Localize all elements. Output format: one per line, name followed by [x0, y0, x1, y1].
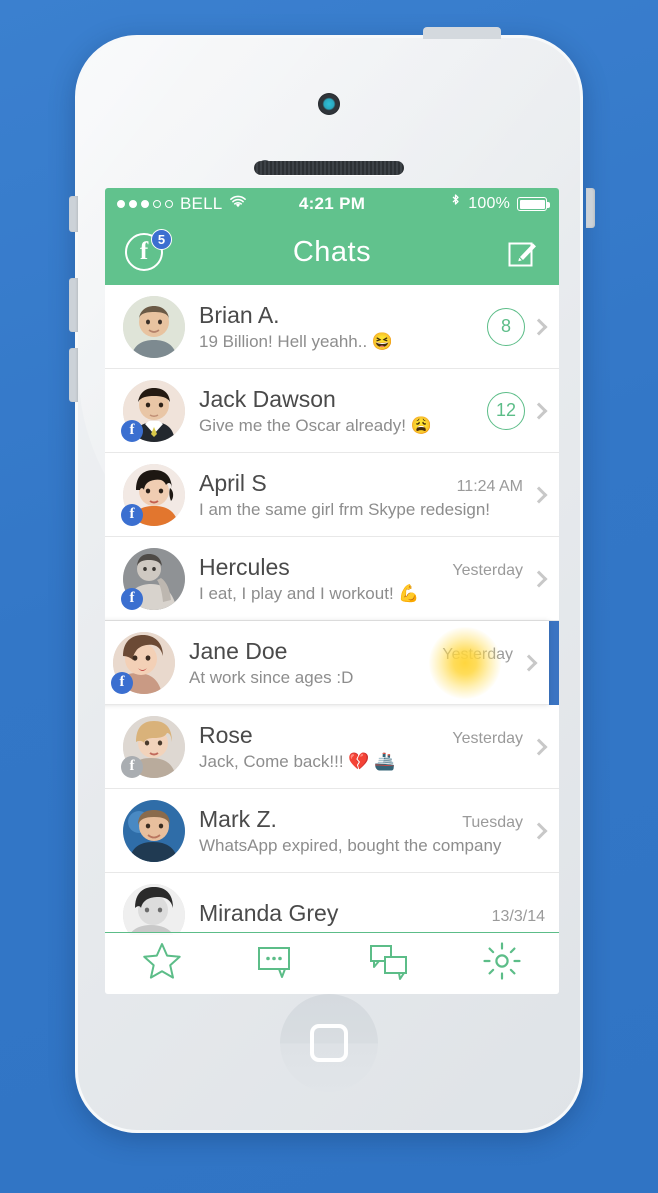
facebook-badge-icon: f	[121, 503, 143, 526]
carrier-label: BELL	[180, 194, 223, 213]
avatar: f	[121, 715, 185, 778]
phone-screen: BELL 4:21 PM 100% f 5 Chats Brian A. 19 …	[105, 188, 559, 994]
chat-timestamp: 13/3/14	[491, 908, 545, 925]
chat-list: Brian A. 19 Billion! Hell yeahh.. 😆 8 f	[105, 285, 559, 935]
facebook-badge-count: 5	[151, 228, 172, 250]
chat-row-miranda[interactable]: Miranda Grey 13/3/14	[105, 873, 559, 935]
power-button[interactable]	[423, 27, 501, 39]
chat-preview: 19 Billion! Hell yeahh.. 😆	[199, 331, 394, 351]
front-camera-icon	[318, 93, 340, 115]
avatar: f	[121, 463, 185, 526]
chat-timestamp: 11:24 AM	[456, 477, 523, 495]
avatar	[123, 295, 185, 358]
chat-row-april[interactable]: f April S 11:24 AM I am the same girl fr…	[105, 453, 559, 537]
compose-button[interactable]	[507, 237, 539, 269]
chat-preview: Give me the Oscar already! 😩	[199, 415, 432, 435]
signal-strength-icon	[117, 200, 173, 208]
chevron-right-icon	[520, 654, 538, 671]
chat-row-hercules[interactable]: f Hercules Yesterday I eat, I play and I…	[105, 537, 559, 621]
home-button[interactable]	[280, 994, 378, 1092]
chat-name: Rose	[199, 721, 253, 748]
chat-timestamp: Tuesday	[462, 813, 523, 831]
avatar: f	[121, 547, 185, 610]
unread-badge: 8	[487, 307, 525, 346]
chevron-right-icon	[530, 738, 548, 755]
chat-name: Hercules	[199, 553, 290, 580]
chat-row-text: Brian A. 19 Billion! Hell yeahh.. 😆	[199, 302, 477, 352]
tab-settings[interactable]	[474, 942, 530, 986]
home-square-icon	[310, 1024, 348, 1062]
chat-preview: At work since ages :D	[189, 667, 354, 687]
chat-timestamp: Yesterday	[452, 561, 523, 579]
tab-messages[interactable]	[247, 942, 303, 986]
volume-up-button[interactable]	[69, 278, 78, 332]
chat-preview: WhatsApp expired, bought the company	[199, 835, 502, 855]
unread-badge: 12	[487, 391, 525, 430]
battery-percent-label: 100%	[468, 195, 511, 212]
avatar: f	[121, 379, 185, 442]
wifi-icon	[229, 194, 247, 214]
chat-row-miranda-clip: Miranda Grey 13/3/14	[105, 873, 559, 935]
battery-icon	[517, 197, 551, 211]
chat-row-text: Mark Z. Tuesday WhatsApp expired, bought…	[199, 806, 523, 856]
avatar: f	[111, 631, 175, 694]
facebook-account-button[interactable]: f 5	[125, 228, 172, 273]
chat-row-text: Jane Doe Yesterday At work since ages :D	[189, 638, 513, 688]
tab-favorites[interactable]	[134, 942, 190, 986]
chat-row-text: April S 11:24 AM I am the same girl frm …	[199, 470, 523, 520]
chat-name: Jack Dawson	[199, 385, 336, 412]
chevron-right-icon	[530, 822, 548, 839]
chat-row-text: Miranda Grey 13/3/14	[199, 900, 545, 930]
bluetooth-icon	[450, 193, 461, 215]
chevron-right-icon	[530, 486, 548, 503]
chat-row-brian[interactable]: Brian A. 19 Billion! Hell yeahh.. 😆 8	[105, 285, 559, 369]
chat-preview: Jack, Come back!!! 💔 🚢	[199, 751, 396, 771]
double-bubble-icon	[368, 941, 410, 986]
silent-switch[interactable]	[69, 196, 78, 232]
gear-icon	[481, 940, 523, 987]
nav-bar: f 5 Chats	[105, 220, 559, 285]
star-icon	[141, 940, 183, 987]
chat-name: Jane Doe	[189, 637, 288, 664]
earpiece-speaker	[254, 161, 404, 175]
status-time: 4:21 PM	[298, 194, 366, 213]
chat-row-jack[interactable]: f Jack Dawson Give me the Oscar already!…	[105, 369, 559, 453]
status-bar: BELL 4:21 PM 100%	[105, 188, 559, 220]
chat-row-rose[interactable]: f Rose Yesterday Jack, Come back!!! 💔 🚢	[105, 705, 559, 789]
chevron-right-icon	[530, 318, 548, 335]
chat-row-mark[interactable]: Mark Z. Tuesday WhatsApp expired, bought…	[105, 789, 559, 873]
chat-preview: I eat, I play and I workout! 💪	[199, 583, 420, 603]
chat-timestamp: Yesterday	[442, 645, 513, 663]
chat-name: Miranda Grey	[199, 900, 339, 926]
sim-tray	[586, 188, 595, 228]
chat-row-text: Hercules Yesterday I eat, I play and I w…	[199, 554, 523, 604]
avatar	[123, 799, 185, 862]
chevron-right-icon	[530, 570, 548, 587]
facebook-badge-icon: f	[121, 419, 143, 442]
chat-row-text: Jack Dawson Give me the Oscar already! 😩	[199, 386, 477, 436]
facebook-badge-icon: f	[121, 755, 143, 778]
facebook-badge-icon: f	[121, 587, 143, 610]
chat-name: Mark Z.	[199, 805, 277, 832]
chevron-right-icon	[530, 402, 548, 419]
phone-mockup: BELL 4:21 PM 100% f 5 Chats Brian A. 19 …	[69, 27, 595, 1133]
chat-row-jane-container: ll f Jane Doe Yesterday At wor	[105, 621, 559, 705]
chat-name: Brian A.	[199, 301, 280, 328]
chat-row-jane[interactable]: f Jane Doe Yesterday At work since ages …	[105, 621, 549, 705]
volume-down-button[interactable]	[69, 348, 78, 402]
facebook-badge-icon: f	[111, 671, 133, 694]
tab-bar	[105, 932, 559, 994]
page-title: Chats	[292, 236, 372, 268]
chat-timestamp: Yesterday	[452, 729, 523, 747]
chat-row-text: Rose Yesterday Jack, Come back!!! 💔 🚢	[199, 722, 523, 772]
avatar	[123, 884, 185, 935]
chat-name: April S	[199, 469, 267, 496]
chat-preview: I am the same girl frm Skype redesign!	[199, 499, 491, 519]
chat-bubble-icon	[255, 941, 295, 986]
tab-chats[interactable]	[361, 942, 417, 986]
